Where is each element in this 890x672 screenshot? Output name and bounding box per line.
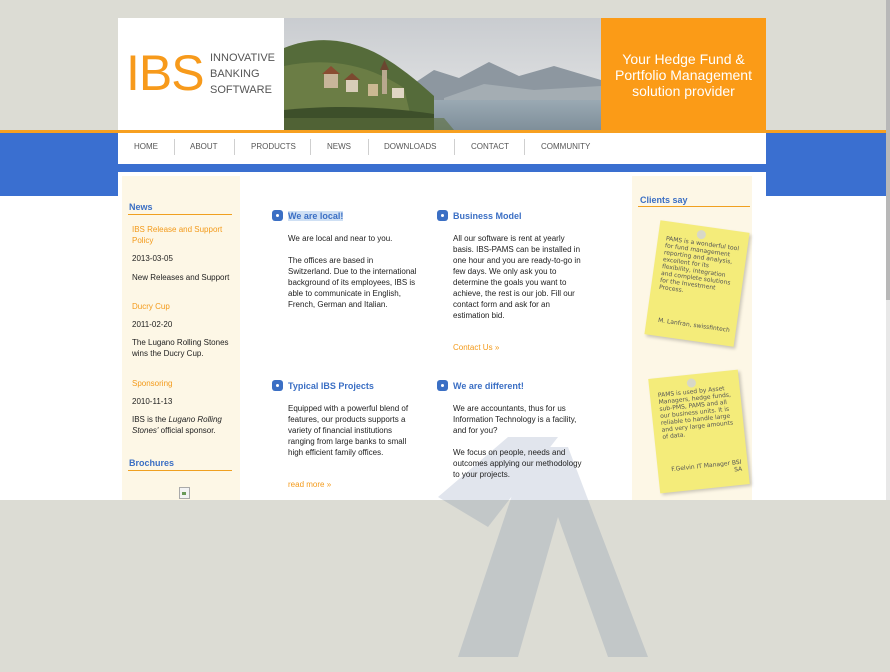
typical-projects-text: Equipped with a powerful blend of featur…: [288, 404, 409, 457]
news-link-sponsoring[interactable]: Sponsoring: [132, 378, 232, 389]
double-chevron-icon: »: [326, 480, 332, 489]
news-link-ducry-cup[interactable]: Ducry Cup: [132, 301, 232, 312]
blue-bullet-icon: [437, 210, 448, 221]
logo-wordmark: INNOVATIVE BANKING SOFTWARE: [210, 50, 275, 98]
we-are-different-text: We are accountants, thus for us Informat…: [453, 403, 587, 480]
business-model-heading: Business Model: [453, 211, 522, 221]
slogan-banner: Your Hedge Fund & Portfolio Management s…: [601, 18, 766, 130]
typical-projects-heading: Typical IBS Projects: [288, 381, 374, 391]
blue-bullet-icon: [437, 380, 448, 391]
news-summary: New Releases and Support: [132, 273, 230, 282]
slogan-line-1: Your Hedge Fund &: [622, 51, 745, 67]
we-are-local-heading: We are local!: [288, 211, 344, 221]
logo-line-1: INNOVATIVE: [210, 52, 275, 64]
paragraph: We are accountants, thus for us Informat…: [453, 404, 577, 435]
we-are-different-heading: We are different!: [453, 381, 524, 391]
testimonial-text: PAMS is a wonderful tool for fund manage…: [658, 235, 740, 295]
nav-news[interactable]: NEWS: [327, 142, 351, 151]
scrollbar-thumb[interactable]: [886, 0, 890, 300]
broken-image-icon[interactable]: [179, 487, 190, 499]
logo[interactable]: IBS INNOVATIVE BANKING SOFTWARE: [118, 18, 284, 130]
slogan-text: Your Hedge Fund & Portfolio Management s…: [601, 51, 766, 99]
nav-separator: [234, 139, 235, 155]
nav-separator: [454, 139, 455, 155]
logo-mark: IBS: [126, 45, 205, 101]
news-date: 2011-02-20: [132, 320, 173, 329]
main-nav: HOME ABOUT PRODUCTS NEWS DOWNLOADS CONTA…: [118, 133, 766, 164]
news-date: 2010-11-13: [132, 397, 173, 406]
logo-line-3: SOFTWARE: [210, 84, 272, 96]
contact-us-link[interactable]: Contact Us »: [453, 343, 499, 352]
nav-products[interactable]: PRODUCTS: [251, 142, 296, 151]
news-summary-text: IBS is the: [132, 415, 169, 424]
read-more-link[interactable]: read more »: [288, 480, 331, 489]
slogan-line-3: solution provider: [632, 83, 735, 99]
read-more-label: read more: [288, 480, 325, 489]
blue-bullet-icon: [272, 380, 283, 391]
brochures-heading-rule: [128, 470, 232, 471]
testimonial-author: F.Gelvin IT Manager BSI SA: [670, 458, 743, 474]
nav-community[interactable]: COMMUNITY: [541, 142, 590, 151]
business-model-text: All our software is rent at yearly basis…: [453, 234, 581, 320]
news-link-release-policy[interactable]: IBS Release and Support Policy: [132, 224, 232, 246]
nav-contact[interactable]: CONTACT: [471, 142, 509, 151]
news-sidebar: News IBS Release and Support Policy 2013…: [122, 176, 240, 500]
testimonial-text: PAMS is used by Asset Managers, hedge fu…: [657, 385, 734, 441]
site-header: IBS INNOVATIVE BANKING SOFTWARE Your Hed…: [118, 18, 766, 130]
clients-sidebar: Clients say PAMS is a wonderful tool for…: [632, 176, 752, 500]
news-summary: The Lugano Rolling Stones wins the Ducry…: [132, 338, 229, 358]
nav-separator: [524, 139, 525, 155]
news-date: 2013-03-05: [132, 254, 173, 263]
blue-bullet-icon: [272, 210, 283, 221]
clients-say-heading: Clients say: [640, 195, 688, 205]
nav-separator: [174, 139, 175, 155]
paragraph: The offices are based in Switzerland. Du…: [288, 256, 417, 309]
logo-line-2: BANKING: [210, 68, 260, 80]
contact-us-label: Contact Us: [453, 343, 493, 352]
brochures-heading: Brochures: [129, 458, 175, 468]
slogan-line-2: Portfolio Management: [615, 67, 752, 83]
pin-icon: [696, 229, 707, 240]
news-summary-text: official sponsor.: [158, 426, 216, 435]
nav-separator: [368, 139, 369, 155]
nav-about[interactable]: ABOUT: [190, 142, 218, 151]
pin-icon: [686, 378, 697, 388]
clients-heading-rule: [638, 206, 750, 207]
header-lake-photo: [284, 18, 601, 130]
double-chevron-icon: »: [494, 343, 500, 352]
nav-separator: [310, 139, 311, 155]
news-heading: News: [129, 202, 153, 212]
paragraph: We focus on people, needs and outcomes a…: [453, 448, 582, 479]
news-heading-rule: [128, 214, 232, 215]
news-summary: IBS is the Lugano Rolling Stones' offici…: [132, 414, 232, 436]
nav-downloads[interactable]: DOWNLOADS: [384, 142, 436, 151]
testimonial-note: PAMS is used by Asset Managers, hedge fu…: [648, 369, 750, 494]
nav-home[interactable]: HOME: [134, 142, 158, 151]
content-frame: News IBS Release and Support Policy 2013…: [118, 172, 766, 657]
paragraph: We are local and near to you.: [288, 234, 393, 243]
testimonial-author: M. Lanfran, swissfintech: [657, 316, 731, 334]
we-are-local-text: We are local and near to you. The office…: [288, 233, 418, 310]
testimonial-note: PAMS is a wonderful tool for fund manage…: [644, 220, 750, 347]
